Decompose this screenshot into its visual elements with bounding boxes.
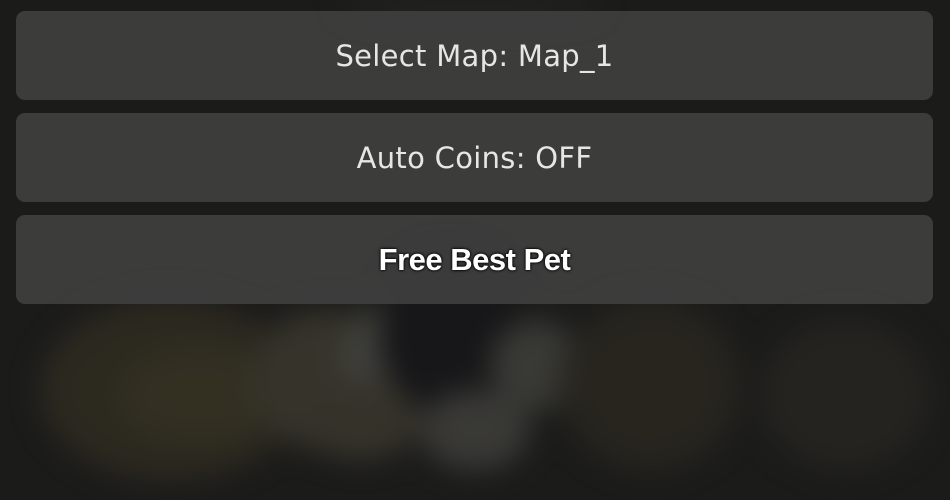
auto-coins-toggle[interactable]: Auto Coins: OFF (16, 113, 933, 202)
select-map-label: Select Map: Map_1 (335, 38, 614, 73)
cheat-menu: Select Map: Map_1 Auto Coins: OFF Free B… (16, 11, 933, 317)
free-best-pet-button[interactable]: Free Best Pet (16, 215, 933, 304)
game-screen: Select Map: Map_1 Auto Coins: OFF Free B… (0, 0, 950, 500)
select-map-button[interactable]: Select Map: Map_1 (16, 11, 933, 100)
free-best-pet-label: Free Best Pet (378, 241, 571, 277)
auto-coins-label: Auto Coins: OFF (356, 140, 593, 175)
